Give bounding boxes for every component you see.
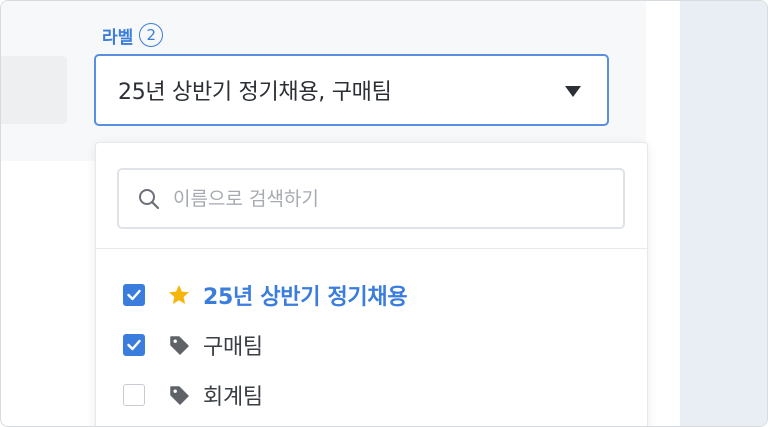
option-checkbox-checked[interactable] xyxy=(123,284,145,306)
dropdown-caret-icon[interactable] xyxy=(565,86,581,97)
check-icon xyxy=(127,339,141,351)
label-field-header: 라벨 2 xyxy=(102,21,164,49)
option-label: 회계팀 xyxy=(203,385,263,410)
label-select[interactable]: 25년 상반기 정기채용, 구매팀 xyxy=(94,54,609,126)
dropdown-divider xyxy=(96,248,647,249)
label-field-title: 라벨 xyxy=(102,27,134,48)
search-input[interactable] xyxy=(171,186,595,211)
star-icon xyxy=(167,283,191,307)
selected-count-badge: 2 xyxy=(139,23,164,47)
label-select-value: 25년 상반기 정기채용, 구매팀 xyxy=(118,80,392,105)
search-box[interactable] xyxy=(117,168,625,229)
option-label: 구매팀 xyxy=(203,335,263,360)
option-checkbox-unchecked[interactable] xyxy=(123,384,145,406)
option-item-accounting[interactable]: 회계팀 xyxy=(123,377,263,413)
option-checkbox-checked[interactable] xyxy=(123,334,145,356)
search-icon xyxy=(137,187,161,211)
app-frame: 라벨 2 25년 상반기 정기채용, 구매팀 이름으로 검색하기 25년 상반기… xyxy=(0,0,768,427)
adjacent-field xyxy=(1,56,67,124)
option-item-purchase[interactable]: 구매팀 xyxy=(123,327,263,363)
check-icon xyxy=(127,289,141,301)
tag-icon xyxy=(167,333,191,357)
option-label: 25년 상반기 정기채용 xyxy=(203,285,408,310)
tag-icon xyxy=(167,383,191,407)
side-panel xyxy=(680,1,767,426)
option-item-recruit[interactable]: 25년 상반기 정기채용 xyxy=(123,277,408,313)
label-dropdown: 25년 상반기 정기채용 구매팀 xyxy=(95,142,648,426)
